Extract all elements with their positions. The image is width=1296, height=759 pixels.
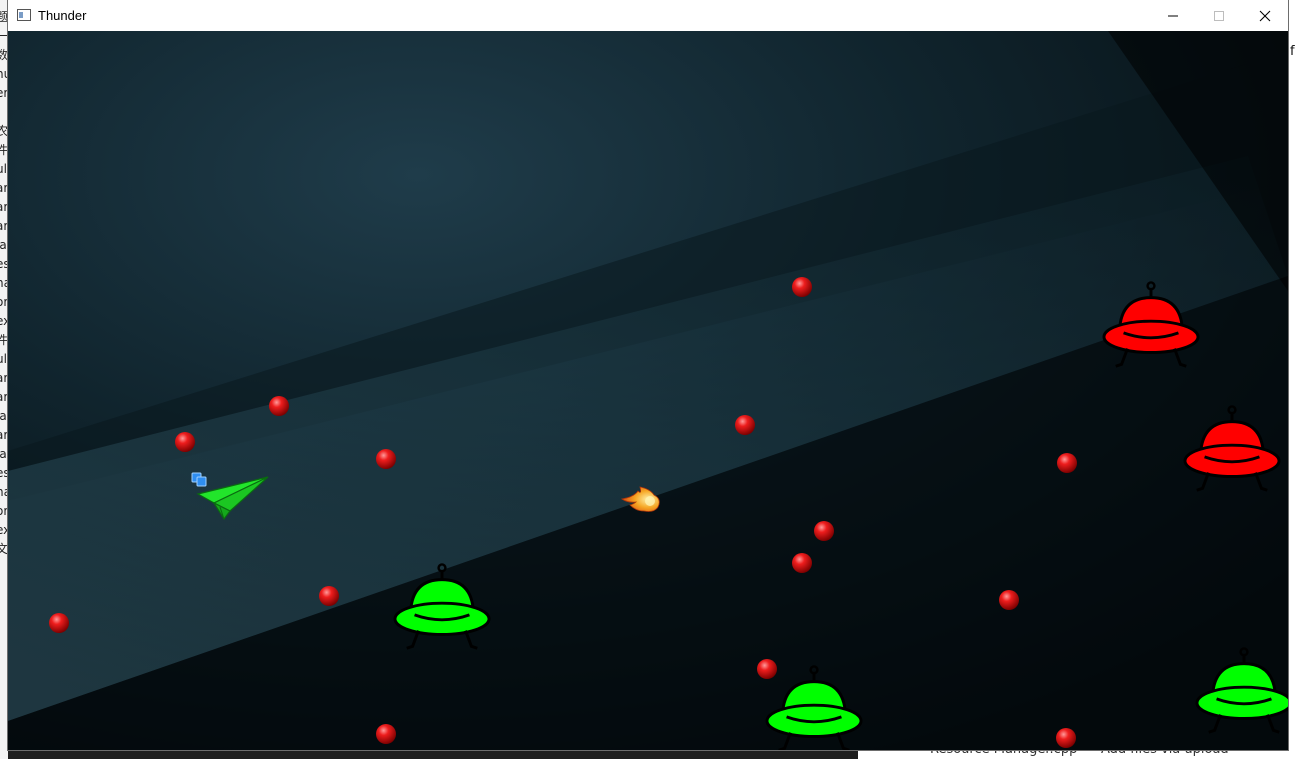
background-glyph: ex: [0, 314, 8, 328]
background-glyph: 件: [0, 333, 8, 347]
background-glyph: or: [0, 504, 8, 518]
background-glyph: ar: [0, 200, 8, 214]
background-glyph: hu: [0, 67, 8, 81]
background-file-name: Resource Manager.cpp: [930, 749, 1078, 757]
enemy-bullet: [269, 396, 289, 416]
background-glyph: ar: [0, 390, 8, 404]
enemy-bullet: [999, 590, 1019, 610]
enemy-bullet: [814, 521, 834, 541]
background-commit-message: Add files via upload: [1101, 749, 1229, 757]
enemy-bullet: [1057, 453, 1077, 473]
background-glyph: ar: [0, 219, 8, 233]
close-icon: [1259, 10, 1271, 21]
close-button[interactable]: [1242, 0, 1288, 31]
background-glyph: ia: [0, 238, 7, 252]
background-glyph: ex: [0, 523, 8, 537]
background-glyph: ia: [0, 409, 7, 423]
background-glyph: 文: [0, 542, 8, 556]
background-text-column: 题一数huer 农件ulararariaeshaorex件ularariaari…: [0, 8, 8, 559]
background-glyph: or: [0, 295, 8, 309]
background-glyph: ar: [0, 371, 8, 385]
minimize-icon: [1168, 15, 1178, 16]
enemy-bullet: [376, 449, 396, 469]
background-glyph: 农: [0, 124, 8, 138]
game-window[interactable]: Thunder: [8, 0, 1288, 750]
minimize-button[interactable]: [1150, 0, 1196, 31]
background-editor-strip: 题一数huer 农件ulararariaeshaorex件ularariaari…: [0, 0, 8, 759]
title-bar[interactable]: Thunder: [8, 0, 1288, 32]
background-glyph: 件: [0, 143, 8, 157]
enemy-bullet: [1056, 728, 1076, 748]
maximize-icon: [1214, 10, 1224, 21]
enemy-bullet: [792, 553, 812, 573]
background-glyph: es: [0, 466, 8, 480]
background-file-list: Resource Manager.cpp Add files via uploa…: [858, 749, 1288, 759]
background-glyph: ar: [0, 181, 8, 195]
enemy-bullet: [792, 277, 812, 297]
enemy-bullet: [49, 613, 69, 633]
background-glyph: [0, 103, 8, 122]
background-glyph: ul: [0, 162, 7, 176]
background-glyph: ia: [0, 447, 7, 461]
enemy-bullet: [735, 415, 755, 435]
background-glyph: ul: [0, 352, 7, 366]
background-glyph: 题: [0, 10, 8, 24]
background-glyph: 一: [0, 29, 8, 43]
background-glyph: ar: [0, 428, 8, 442]
app-window-icon: [17, 9, 31, 21]
enemy-bullet: [376, 724, 396, 744]
maximize-button[interactable]: [1196, 0, 1242, 31]
background-right-strip: f: [1288, 0, 1296, 759]
background-glyph: ha: [0, 485, 8, 499]
background-right-glyph: f: [1290, 44, 1295, 59]
background-glyph: 数: [0, 48, 8, 62]
window-title: Thunder: [38, 8, 87, 23]
game-canvas[interactable]: [8, 31, 1288, 750]
enemy-bullet: [319, 586, 339, 606]
background-glyph: es: [0, 257, 8, 271]
background-glyph: ha: [0, 276, 8, 290]
enemy-bullet: [757, 659, 777, 679]
enemy-bullet: [175, 432, 195, 452]
background-glyph: er: [0, 86, 8, 100]
